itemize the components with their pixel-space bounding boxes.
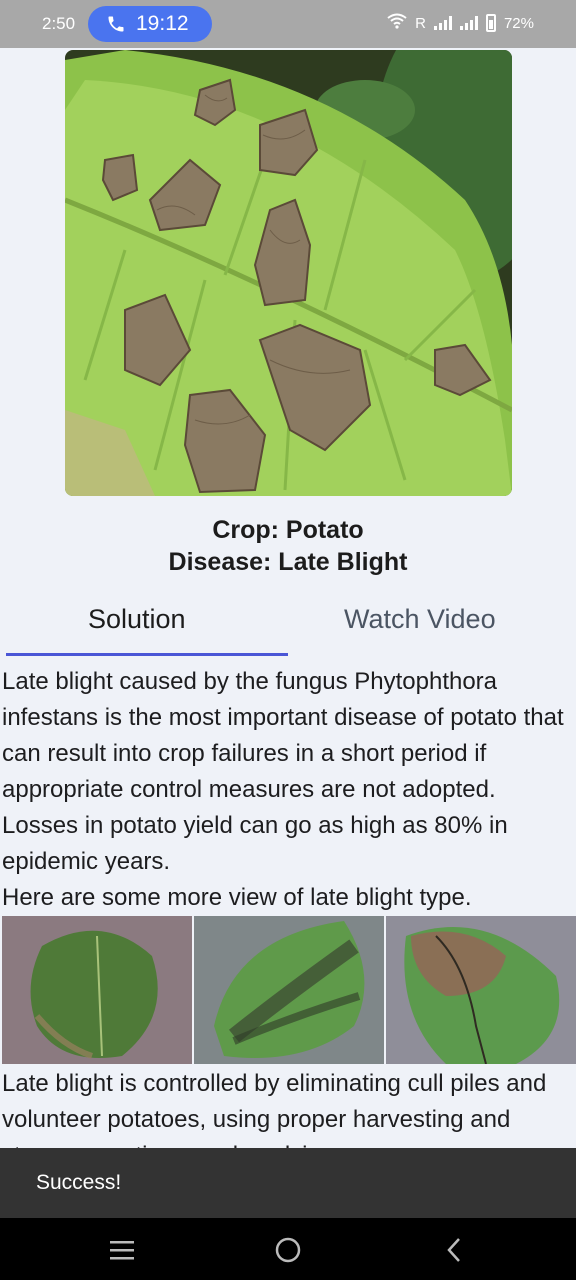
solution-paragraph-1: Late blight caused by the fungus Phytoph… [2, 668, 564, 875]
navigation-bar [0, 1218, 576, 1280]
example-image-3 [386, 916, 576, 1064]
roaming-label: R [415, 14, 426, 32]
status-time: 2:50 [42, 14, 76, 33]
battery-percent: 72% [503, 14, 534, 32]
success-snackbar: Success! [0, 1148, 576, 1218]
status-bar: 2:50 19:12 R 72% [0, 0, 576, 48]
disease-title: Disease: Late Blight [168, 548, 408, 576]
solution-paragraph-2: Here are some more view of late blight t… [2, 884, 472, 911]
disease-photo [65, 50, 512, 496]
snackbar-message: Success! [36, 1171, 122, 1194]
example-image-1 [2, 916, 192, 1064]
crop-title: Crop: Potato [212, 516, 364, 544]
call-duration: 19:12 [136, 12, 189, 35]
example-images [2, 916, 576, 1064]
home-icon[interactable] [268, 1234, 308, 1266]
ongoing-call-pill[interactable]: 19:12 [88, 6, 212, 42]
battery-icon [485, 14, 496, 32]
tab-indicator [6, 653, 288, 656]
tab-watch-video[interactable]: Watch Video [344, 604, 496, 635]
signal-icon [433, 16, 452, 30]
example-image-2 [194, 916, 384, 1064]
back-icon[interactable] [434, 1234, 474, 1266]
tab-solution[interactable]: Solution [88, 604, 186, 635]
phone-icon [106, 14, 126, 34]
status-icons: R 72% [387, 13, 534, 33]
recents-icon[interactable] [102, 1234, 142, 1266]
signal-icon-2 [459, 16, 478, 30]
screen: 2:50 19:12 R 72% Crop: Potato Disease: L… [0, 0, 576, 1280]
wifi-icon [387, 13, 407, 33]
